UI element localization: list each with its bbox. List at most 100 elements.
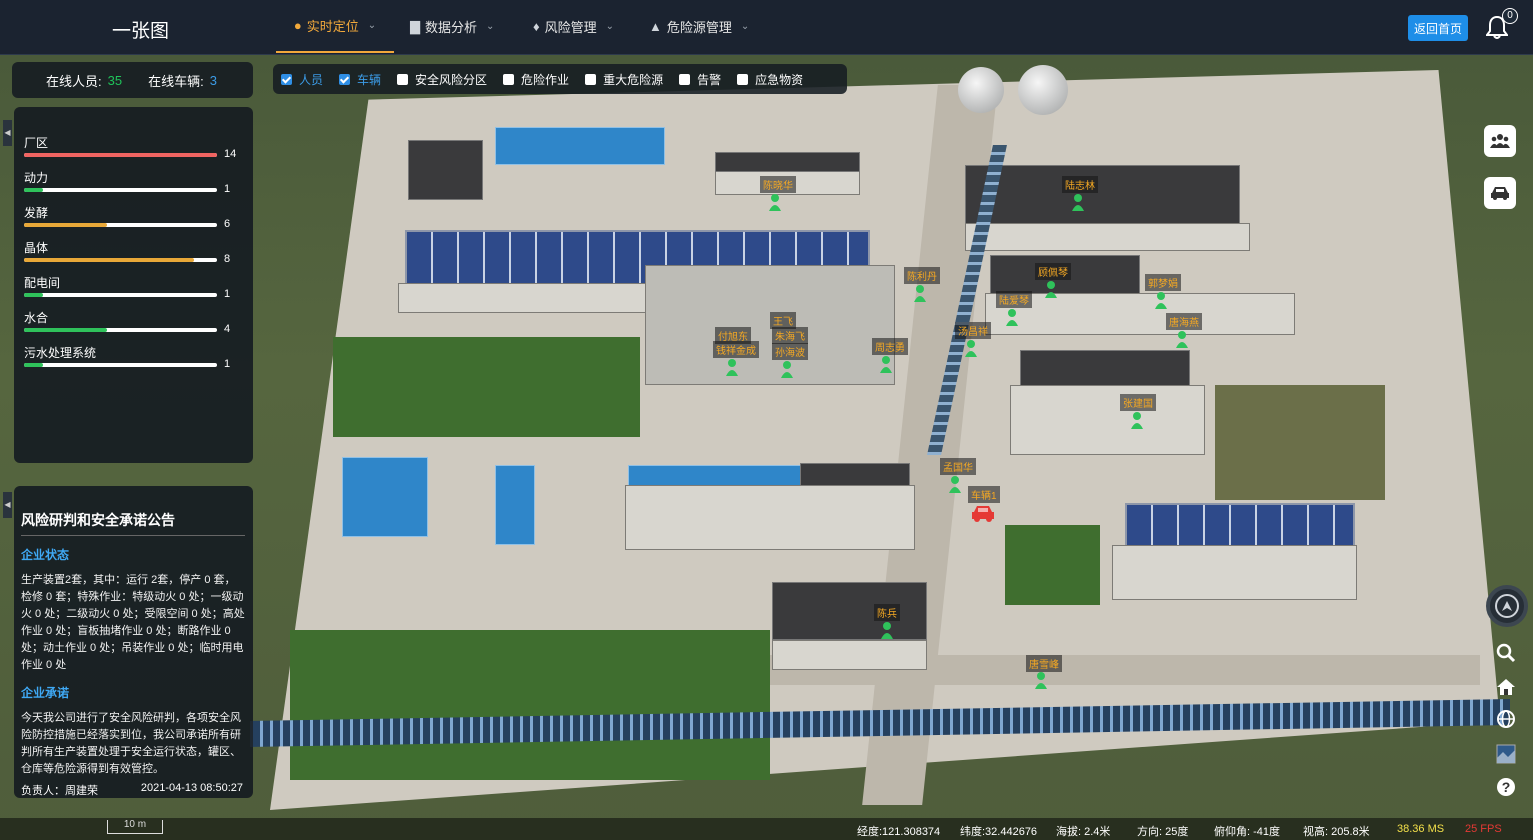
tab-data-analysis[interactable]: ▇ 数据分析 ⌄ xyxy=(410,0,494,53)
person-label: 唐雪峰 xyxy=(1026,655,1062,672)
frame-time: 38.36 MS xyxy=(1397,823,1445,835)
collapse-notice-panel-button[interactable]: ◀ xyxy=(3,492,12,518)
lawn xyxy=(333,337,640,437)
zone-name: 水合 xyxy=(24,311,49,325)
tab-risk-management[interactable]: ♦ 风险管理 ⌄ xyxy=(533,0,614,53)
tab-hazard-management[interactable]: ▲ 危险源管理 ⌄ xyxy=(649,0,749,53)
person-marker-icon[interactable] xyxy=(1175,330,1189,350)
enterprise-status-text: 生产装置2套，其中：运行 2套，停产 0 套，检修 0 套；特殊作业：特级动火 … xyxy=(21,574,245,671)
zone-row[interactable]: 动力 1 xyxy=(24,169,244,195)
zone-count: 4 xyxy=(224,323,231,335)
zone-row[interactable]: 晶体 8 xyxy=(24,239,244,265)
checkbox[interactable] xyxy=(503,73,515,85)
notification-badge: 0 xyxy=(1502,8,1518,24)
person-marker-icon[interactable] xyxy=(1154,291,1168,311)
zone-row[interactable]: 厂区 14 xyxy=(24,134,244,160)
zone-name: 发酵 xyxy=(24,206,49,220)
safety-notice-panel: 风险研判和安全承诺公告 企业状态 生产装置2套，其中：运行 2套，停产 0 套，… xyxy=(14,486,253,798)
checkbox[interactable] xyxy=(397,73,409,85)
person-label: 陈利丹 xyxy=(904,267,940,284)
person-marker-icon[interactable] xyxy=(1044,280,1058,300)
compass-button[interactable] xyxy=(1486,585,1528,627)
building-roof xyxy=(965,165,1240,225)
people-list-button[interactable] xyxy=(1484,125,1516,157)
person-marker-icon[interactable] xyxy=(1130,411,1144,431)
layer-toggle-major-hazards[interactable]: 重大危险源 xyxy=(585,71,663,88)
help-icon[interactable]: ? xyxy=(1495,777,1517,799)
collapse-zone-panel-button[interactable]: ◀ xyxy=(3,120,12,146)
zone-name: 动力 xyxy=(24,171,49,185)
vehicle-list-button[interactable] xyxy=(1484,177,1516,209)
zone-row[interactable]: 发酵 6 xyxy=(24,204,244,230)
checkbox[interactable] xyxy=(737,73,749,85)
layer-label: 人员 xyxy=(299,72,324,87)
layer-label: 应急物资 xyxy=(755,72,804,87)
layer-toggle-risk-zones[interactable]: 安全风险分区 xyxy=(397,71,487,88)
person-marker-icon[interactable] xyxy=(780,360,794,380)
layer-toggle-people[interactable]: 人员 xyxy=(281,71,323,88)
view-height: 视高: 205.8米 xyxy=(1303,826,1370,838)
person-marker-icon[interactable] xyxy=(913,284,927,304)
layer-toggle-hazardous-work[interactable]: 危险作业 xyxy=(503,71,569,88)
building-roof xyxy=(772,582,927,640)
zone-progress-fill xyxy=(24,328,107,332)
building xyxy=(1112,545,1357,600)
tab-label: 风险管理 xyxy=(544,20,597,35)
person-marker-icon[interactable] xyxy=(1071,193,1085,213)
zone-staff-panel: 厂区 14 动力 1 发酵 6 晶体 8 配电间 1 水合 4 污水处理系统 1 xyxy=(14,107,253,463)
location-pin-icon: ● xyxy=(293,18,302,33)
person-marker-icon[interactable] xyxy=(880,621,894,641)
person-label: 周志勇 xyxy=(872,338,908,355)
building-roof xyxy=(1020,350,1190,390)
notice-date: 2021-04-13 08:50:27 xyxy=(140,782,243,794)
online-stats: 在线人员: 35 在线车辆: 3 xyxy=(12,62,253,98)
latitude: 纬度:32.442676 xyxy=(960,826,1038,838)
person-marker-icon[interactable] xyxy=(1034,671,1048,691)
person-marker-icon[interactable] xyxy=(948,475,962,495)
zone-progress-fill xyxy=(24,258,194,262)
zone-count: 1 xyxy=(224,358,231,370)
layer-toggle-emergency-supplies[interactable]: 应急物资 xyxy=(737,71,803,88)
imagery-layer-icon[interactable] xyxy=(1495,744,1517,766)
vehicle-marker-icon[interactable] xyxy=(970,503,996,523)
checkbox[interactable] xyxy=(585,73,597,85)
vehicle-label: 车辆1 xyxy=(968,486,1000,503)
layer-label: 车辆 xyxy=(357,72,382,87)
car-icon xyxy=(1491,187,1509,200)
compass-icon xyxy=(1495,594,1519,618)
return-home-button[interactable]: 返回首页 xyxy=(1408,15,1468,41)
zone-progress-fill xyxy=(24,363,44,367)
online-vehicles-count: 3 xyxy=(209,72,217,88)
top-nav-bar: 一张图 ● 实时定位 ⌄ ▇ 数据分析 ⌄ ♦ 风险管理 ⌄ ▲ 危险源管理 ⌄… xyxy=(0,0,1533,55)
search-icon[interactable] xyxy=(1495,643,1517,665)
building-roof xyxy=(342,457,428,537)
person-marker-icon[interactable] xyxy=(1005,308,1019,328)
zone-row[interactable]: 配电间 1 xyxy=(24,274,244,300)
map-scale: 10 m xyxy=(107,820,163,834)
tab-label: 数据分析 xyxy=(425,20,478,35)
zone-row[interactable]: 污水处理系统 1 xyxy=(24,344,244,370)
layer-toggle-vehicles[interactable]: 车辆 xyxy=(339,71,381,88)
zone-name: 配电间 xyxy=(24,276,61,290)
person-marker-icon[interactable] xyxy=(879,355,893,375)
person-label: 陆爱琴 xyxy=(996,291,1032,308)
heading: 方向: 25度 xyxy=(1137,826,1189,838)
person-marker-icon[interactable] xyxy=(725,358,739,378)
globe-icon[interactable] xyxy=(1495,709,1517,731)
tab-realtime-location[interactable]: ● 实时定位 ⌄ xyxy=(276,0,394,53)
checkbox[interactable] xyxy=(281,73,292,85)
chevron-down-icon: ⌄ xyxy=(486,21,495,32)
zone-row[interactable]: 水合 4 xyxy=(24,309,244,335)
zone-count: 1 xyxy=(224,183,231,195)
person-marker-icon[interactable] xyxy=(964,339,978,359)
zone-progress-bar xyxy=(24,293,217,297)
checkbox[interactable] xyxy=(339,73,351,85)
person-marker-icon[interactable] xyxy=(768,193,782,213)
zone-progress-fill xyxy=(24,188,44,192)
checkbox[interactable] xyxy=(679,73,691,85)
layer-label: 危险作业 xyxy=(521,72,570,87)
layer-toggle-alarms[interactable]: 告警 xyxy=(679,71,721,88)
home-icon[interactable] xyxy=(1495,677,1517,699)
person-label: 汤昌祥 xyxy=(955,322,991,339)
online-vehicles-label: 在线车辆: xyxy=(148,73,204,89)
